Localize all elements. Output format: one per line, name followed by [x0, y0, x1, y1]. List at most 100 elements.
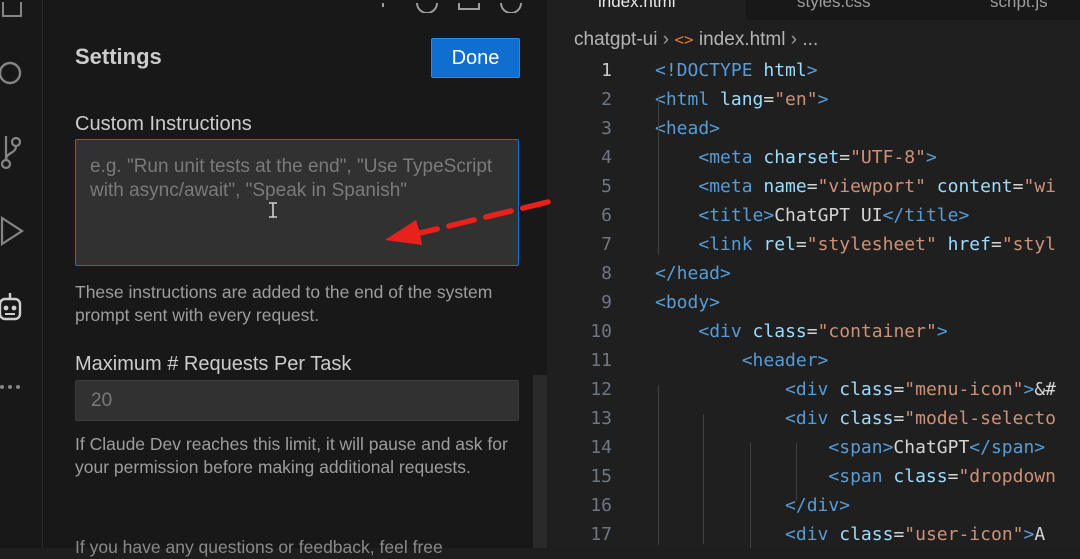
red-dashed-arrow	[385, 199, 551, 245]
editor-tab-bar: index.html styles.css script.js	[548, 0, 1080, 20]
line-number: 15	[590, 466, 612, 487]
code-token: class	[741, 321, 807, 342]
code-token: </span>	[969, 437, 1046, 458]
code-token: A	[1034, 524, 1046, 545]
text-cursor-icon	[269, 202, 277, 218]
line-number: 5	[601, 176, 612, 197]
code-token: charset	[752, 147, 840, 168]
code-token: <meta	[698, 147, 753, 168]
code-token: =	[893, 379, 905, 400]
tab-styles-css[interactable]: styles.css	[747, 0, 939, 20]
code-text: <title>ChatGPT UI</title>	[655, 201, 969, 230]
code-token: ChatGPT	[893, 437, 970, 458]
code-text: <div class="model-selecto	[655, 404, 1056, 433]
code-token: </head>	[655, 263, 731, 284]
code-line[interactable]: 9 <body>	[548, 288, 1080, 317]
search-icon[interactable]	[0, 58, 26, 88]
code-line[interactable]: 6 <title>ChatGPT UI</title>	[548, 201, 1080, 230]
chevron-right-icon: ›	[790, 29, 803, 50]
code-line[interactable]: 7 <link rel="stylesheet" href="styl	[548, 230, 1080, 259]
tab-script-js[interactable]: script.js	[940, 0, 1080, 20]
code-text: <meta name="viewport" content="wi	[655, 172, 1056, 201]
code-text: <link rel="stylesheet" href="styl	[655, 230, 1056, 259]
code-line[interactable]: 16 </div>	[548, 491, 1080, 520]
indent-guide	[658, 385, 659, 545]
code-token: href	[936, 234, 991, 255]
code-token: "stylesheet"	[806, 234, 937, 255]
code-text: <meta charset="UTF-8">	[655, 143, 936, 172]
code-token: html	[752, 60, 807, 81]
code-token: "dropdown	[958, 466, 1056, 487]
run-debug-icon[interactable]	[0, 215, 26, 247]
code-token: =	[893, 408, 905, 429]
code-token: >	[1023, 524, 1035, 545]
code-token: "model-selecto	[904, 408, 1056, 429]
code-line[interactable]: 17 <div class="user-icon">A	[548, 520, 1080, 549]
code-token: <div	[785, 379, 829, 400]
max-requests-label: Maximum # Requests Per Task	[75, 353, 352, 375]
code-line[interactable]: 3 <head>	[548, 114, 1080, 143]
code-token: <div	[698, 321, 742, 342]
code-token: class	[882, 466, 948, 487]
code-text: </head>	[655, 259, 731, 288]
code-text: <!DOCTYPE html>	[655, 56, 818, 85]
breadcrumb-file[interactable]: index.html	[699, 29, 786, 50]
code-line[interactable]: 13 <div class="model-selecto	[548, 404, 1080, 433]
max-requests-input[interactable]: 20	[75, 380, 519, 421]
max-requests-help: If Claude Dev reaches this limit, it wil…	[75, 434, 508, 477]
code-token: rel	[752, 234, 796, 255]
custom-instructions-label: Custom Instructions	[75, 113, 252, 135]
explorer-icon[interactable]	[0, 0, 26, 26]
code-token: <head>	[655, 118, 721, 139]
line-number: 13	[590, 408, 612, 429]
code-text: <html lang="en">	[655, 85, 828, 114]
code-token: class	[828, 408, 894, 429]
code-line[interactable]: 14 <span>ChatGPT</span>	[548, 433, 1080, 462]
done-button[interactable]: Done	[431, 38, 520, 78]
code-line[interactable]: 10 <div class="container">	[548, 317, 1080, 346]
code-line[interactable]: 5 <meta name="viewport" content="wi	[548, 172, 1080, 201]
more-icon[interactable]	[0, 372, 26, 402]
code-token: <link	[698, 234, 753, 255]
code-line[interactable]: 2 <html lang="en">	[548, 85, 1080, 114]
source-control-icon[interactable]	[0, 136, 26, 170]
claude-dev-robot-icon[interactable]	[0, 293, 26, 324]
code-token: "user-icon"	[904, 524, 1024, 545]
html-file-icon: <>	[674, 30, 694, 49]
breadcrumb-folder[interactable]: chatgpt-ui	[574, 29, 657, 50]
code-token: =	[893, 524, 905, 545]
code-text: <head>	[655, 114, 720, 143]
code-token: <div	[785, 408, 829, 429]
indent-guide	[658, 95, 659, 255]
code-line[interactable]: 4 <meta charset="UTF-8">	[548, 143, 1080, 172]
code-token: <!DOCTYPE	[655, 60, 753, 81]
code-token: "container"	[817, 321, 937, 342]
code-line[interactable]: 8 </head>	[548, 259, 1080, 288]
tab-index-html[interactable]: index.html	[548, 0, 746, 20]
code-token: =	[990, 234, 1002, 255]
line-number: 2	[601, 89, 612, 110]
code-token: =	[839, 147, 851, 168]
code-text: <div class="menu-icon">&#	[655, 375, 1056, 404]
line-number: 14	[590, 437, 612, 458]
panel-scrollbar[interactable]	[533, 375, 547, 548]
line-number: 12	[590, 379, 612, 400]
code-line[interactable]: 11 <header>	[548, 346, 1080, 375]
line-number: 9	[601, 292, 612, 313]
code-token: <span	[828, 466, 883, 487]
code-line[interactable]: 15 <span class="dropdown	[548, 462, 1080, 491]
code-token: =	[947, 466, 959, 487]
breadcrumb-more[interactable]: ...	[802, 29, 818, 50]
code-line[interactable]: 1 <!DOCTYPE html>	[548, 56, 1080, 85]
code-token: <meta	[698, 176, 753, 197]
code-line[interactable]: 12 <div class="menu-icon">&#	[548, 375, 1080, 404]
code-token: >	[1023, 379, 1035, 400]
code-token: "UTF-8"	[850, 147, 926, 168]
code-token: =	[1012, 176, 1024, 197]
code-token: content	[925, 176, 1013, 197]
